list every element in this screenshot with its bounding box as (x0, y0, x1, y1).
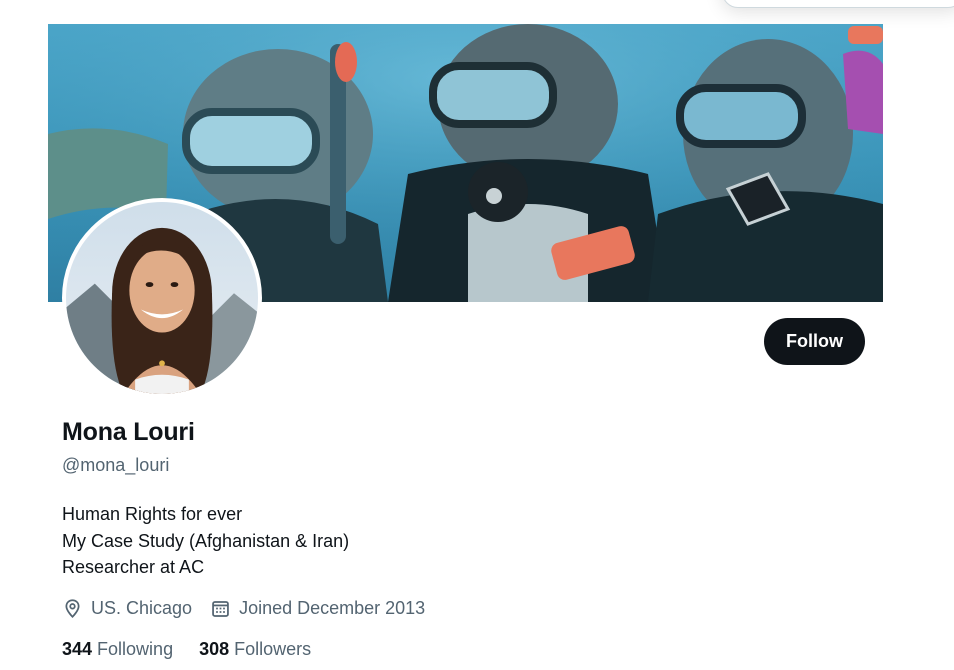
follow-button[interactable]: Follow (764, 318, 865, 365)
location-item: US. Chicago (62, 598, 192, 619)
location-pin-icon (65, 598, 80, 618)
bio: Human Rights for ever My Case Study (Afg… (62, 501, 349, 581)
bio-line: My Case Study (Afghanistan & Iran) (62, 530, 350, 551)
avatar-image (66, 202, 258, 394)
joined-text: Joined December 2013 (239, 597, 426, 618)
followers-link[interactable]: 308 Followers (199, 639, 311, 660)
avatar[interactable] (62, 198, 262, 398)
joined-item: Joined December 2013 (210, 598, 425, 619)
profile-stats: 344 Following 308 Followers (62, 639, 337, 660)
display-name: Mona Louri (62, 418, 195, 446)
popup-edge (722, 0, 954, 8)
followers-count: 308 (199, 639, 230, 659)
bio-line: Human Rights for ever (62, 504, 243, 524)
following-label: Following (97, 639, 174, 659)
profile-meta: US. Chicago Joined December 2013 (62, 596, 443, 620)
following-count: 344 (62, 639, 93, 659)
location-text: US. Chicago (91, 597, 193, 618)
user-handle: @mona_louri (62, 455, 170, 475)
followers-label: Followers (234, 639, 312, 659)
bio-line: Researcher at AC (62, 557, 205, 577)
following-link[interactable]: 344 Following (62, 639, 173, 660)
calendar-icon (212, 600, 229, 617)
